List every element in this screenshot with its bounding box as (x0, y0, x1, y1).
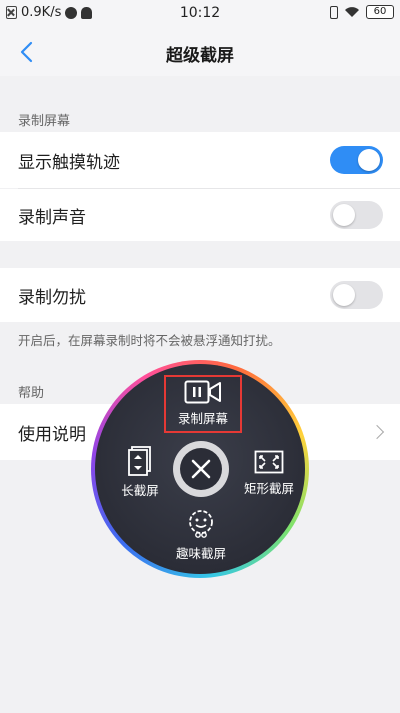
setting-label-show-touch: 显示触摸轨迹 (18, 152, 120, 173)
page-title: 超级截屏 (166, 46, 234, 66)
toggle-knob (333, 204, 355, 226)
setting-row-record-sound[interactable]: 录制声音 (0, 189, 400, 241)
highlight-box (164, 375, 242, 433)
nav-bar: 超级截屏 (0, 28, 400, 76)
rect-screenshot-button[interactable]: 矩形截屏 (236, 450, 302, 497)
rect-screenshot-icon (254, 450, 284, 474)
dnd-description: 开启后，在屏幕录制时将不会被悬浮通知打扰。 (18, 333, 281, 348)
fun-screenshot-label: 趣味截屏 (175, 546, 226, 561)
vibrate-icon (330, 5, 338, 19)
status-bar: 0.9K/s 10:12 60 (0, 0, 400, 28)
fun-screenshot-button[interactable]: 趣味截屏 (168, 509, 234, 562)
long-screenshot-icon (128, 446, 151, 476)
show-touch-toggle[interactable] (330, 146, 383, 174)
toggle-knob (333, 284, 355, 306)
dnd-toggle[interactable] (330, 281, 383, 309)
section-header-help: 帮助 (18, 386, 45, 401)
toggle-knob (358, 149, 380, 171)
scissors-face-icon (189, 510, 213, 538)
long-screenshot-button[interactable]: 长截屏 (114, 446, 166, 499)
rect-screenshot-label: 矩形截屏 (243, 481, 294, 496)
setting-label-manual: 使用说明 (18, 424, 86, 445)
setting-label-record-sound: 录制声音 (18, 207, 86, 228)
long-screenshot-label: 长截屏 (121, 483, 159, 498)
setting-row-dnd[interactable]: 录制勿扰 (0, 268, 400, 322)
battery-icon: 60 (366, 5, 394, 19)
status-right: 60 (330, 5, 394, 19)
section-header-record: 录制屏幕 (18, 114, 71, 129)
chevron-right-icon (369, 424, 385, 440)
wifi-icon (344, 6, 360, 18)
close-icon (191, 459, 211, 479)
record-sound-toggle[interactable] (330, 201, 383, 229)
setting-label-dnd: 录制勿扰 (18, 287, 86, 308)
close-menu-button[interactable] (173, 441, 229, 497)
setting-row-show-touch[interactable]: 显示触摸轨迹 (0, 132, 400, 188)
